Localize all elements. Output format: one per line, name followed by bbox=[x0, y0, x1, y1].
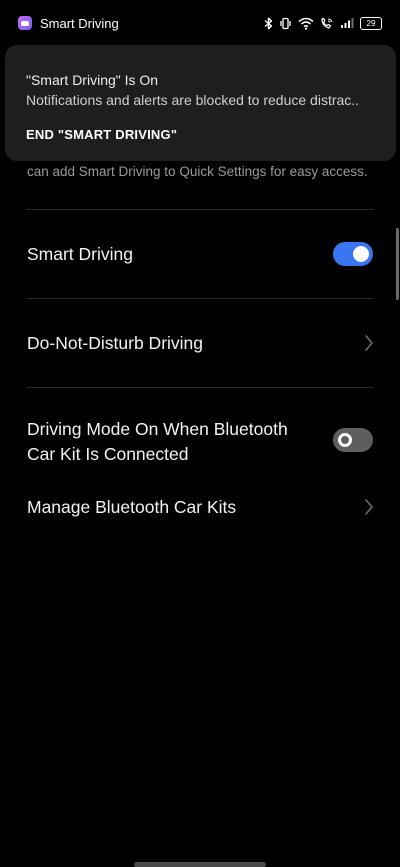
smart-driving-toggle[interactable] bbox=[333, 242, 373, 266]
bluetooth-driving-mode-label-line1: Driving Mode On When Bluetooth bbox=[27, 419, 288, 439]
bluetooth-driving-mode-label: Driving Mode On When Bluetooth Car Kit I… bbox=[27, 417, 288, 467]
wifi-icon bbox=[298, 17, 314, 30]
manage-bluetooth-car-kits-label: Manage Bluetooth Car Kits bbox=[27, 497, 237, 517]
end-smart-driving-button[interactable]: END "SMART DRIVING" bbox=[26, 127, 375, 142]
smart-driving-app-icon bbox=[18, 16, 32, 30]
scrollbar[interactable] bbox=[396, 228, 399, 300]
notification-body: Notifications and alerts are blocked to … bbox=[26, 92, 360, 108]
battery-icon: 29 bbox=[360, 16, 382, 30]
divider bbox=[26, 298, 374, 299]
toggle-knob bbox=[353, 246, 369, 262]
bluetooth-icon bbox=[264, 17, 273, 30]
quick-settings-hint: can add Smart Driving to Quick Settings … bbox=[27, 164, 368, 179]
status-app-name: Smart Driving bbox=[40, 15, 119, 31]
smart-driving-notification[interactable]: "Smart Driving" Is On Notifications and … bbox=[5, 45, 396, 161]
bluetooth-driving-mode-label-line2: Car Kit Is Connected bbox=[27, 444, 189, 464]
chevron-right-icon bbox=[363, 498, 375, 516]
toggle-knob bbox=[338, 433, 352, 447]
chevron-right-icon bbox=[363, 334, 375, 352]
home-indicator[interactable] bbox=[134, 862, 266, 867]
do-not-disturb-driving-label: Do-Not-Disturb Driving bbox=[27, 333, 204, 353]
wifi-calling-icon bbox=[320, 17, 334, 30]
status-icons: 29 bbox=[264, 16, 382, 30]
signal-icon bbox=[340, 17, 354, 29]
divider bbox=[26, 209, 374, 210]
screen: Smart Driving 29 "Smart Driving" Is On N… bbox=[0, 0, 400, 867]
notification-title: "Smart Driving" Is On bbox=[26, 72, 159, 88]
bluetooth-driving-mode-toggle[interactable] bbox=[333, 428, 373, 452]
vibrate-icon bbox=[279, 17, 292, 30]
smart-driving-label: Smart Driving bbox=[27, 244, 133, 264]
divider bbox=[26, 387, 374, 388]
status-bar: Smart Driving 29 bbox=[0, 0, 400, 46]
